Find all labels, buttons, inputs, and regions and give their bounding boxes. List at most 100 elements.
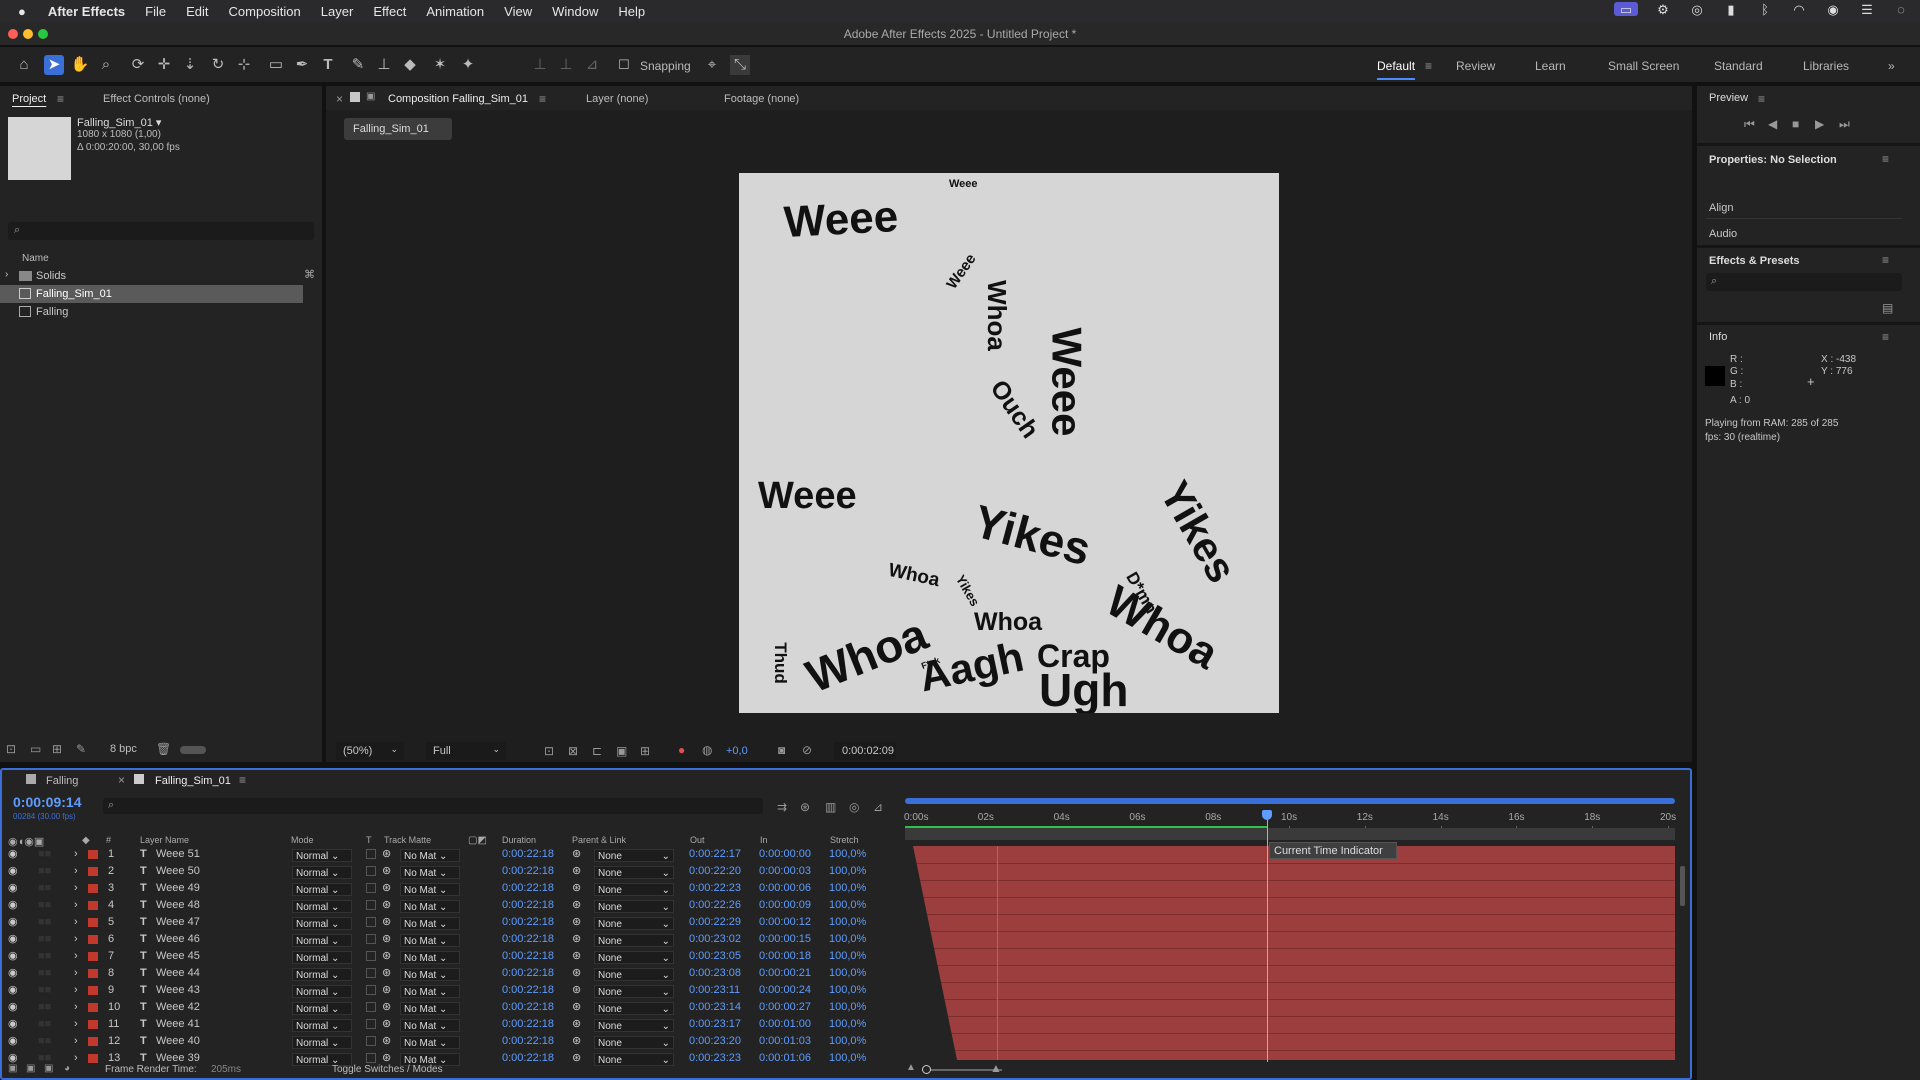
preserve-transparency-checkbox[interactable]: [366, 917, 376, 927]
audio-section[interactable]: Audio: [1709, 228, 1737, 240]
project-menu-icon[interactable]: ≡: [57, 92, 64, 106]
label-color-swatch[interactable]: [88, 935, 98, 944]
label-color-swatch[interactable]: [88, 918, 98, 927]
interpret-footage-icon[interactable]: ⊡: [6, 742, 16, 756]
timeline-search-input[interactable]: ⌕: [103, 798, 763, 814]
preserve-transparency-checkbox[interactable]: [366, 968, 376, 978]
pickwhip-icon[interactable]: ⊛: [572, 846, 581, 863]
menu-edit[interactable]: Edit: [186, 4, 208, 19]
layer-name[interactable]: Weee 47: [156, 914, 200, 931]
expand-arrow-icon[interactable]: ›: [74, 897, 78, 914]
layer-duration[interactable]: 0:00:22:18: [502, 965, 554, 982]
toggle-switches-modes[interactable]: Toggle Switches / Modes: [332, 1064, 443, 1075]
visibility-eye-icon[interactable]: ◉: [8, 880, 18, 897]
clone-stamp-tool-icon[interactable]: ⊥: [374, 55, 394, 75]
menu-app-name[interactable]: After Effects: [48, 4, 125, 19]
close-window-icon[interactable]: [8, 29, 18, 39]
workspace-default[interactable]: Default: [1377, 59, 1416, 80]
layer-out[interactable]: 0:00:23:23: [689, 1050, 741, 1067]
pickwhip-icon[interactable]: ⊛: [572, 931, 581, 948]
preserve-transparency-checkbox[interactable]: [366, 1019, 376, 1029]
rectangle-tool-icon[interactable]: ▭: [266, 55, 286, 75]
zoom-window-icon[interactable]: [38, 29, 48, 39]
label-color-swatch[interactable]: [88, 1020, 98, 1029]
tab-effect-controls[interactable]: Effect Controls (none): [103, 93, 210, 105]
layer-stretch[interactable]: 100,0%: [829, 931, 866, 948]
minimize-window-icon[interactable]: [23, 29, 33, 39]
layer-duration[interactable]: 0:00:22:18: [502, 897, 554, 914]
layer-bars-area[interactable]: [905, 846, 1675, 1060]
layer-row[interactable]: ◉ ■■ › 1 T Weee 51 Normal ⌄ ⊛ No Mat ⌄ 0:00:22:18…: [0, 846, 900, 863]
layer-in[interactable]: 0:00:01:00: [759, 1016, 811, 1033]
expand-arrow-icon[interactable]: ›: [74, 931, 78, 948]
layer-duration[interactable]: 0:00:22:18: [502, 1016, 554, 1033]
layer-in[interactable]: 0:00:00:09: [759, 897, 811, 914]
label-color-swatch[interactable]: [88, 1054, 98, 1063]
matte-link-icon[interactable]: ⊛: [382, 1033, 391, 1050]
workspace-review[interactable]: Review: [1456, 59, 1495, 73]
tab-composition[interactable]: Composition Falling_Sim_01: [388, 93, 528, 105]
axis-world-icon[interactable]: ⊥: [556, 55, 576, 75]
zoom-out-icon[interactable]: ▲: [906, 1062, 916, 1073]
preserve-transparency-checkbox[interactable]: [366, 1002, 376, 1012]
layer-stretch[interactable]: 100,0%: [829, 965, 866, 982]
expand-time-icon[interactable]: ▣: [44, 1063, 53, 1074]
zoom-dropdown[interactable]: (50%) ⌄: [336, 742, 404, 760]
expand-arrow-icon[interactable]: ›: [74, 1050, 78, 1067]
label-color-swatch[interactable]: [88, 1037, 98, 1046]
comp-text-layer[interactable]: Weee: [943, 251, 979, 293]
work-area-bar[interactable]: [905, 798, 1675, 804]
menu-window[interactable]: Window: [552, 4, 598, 19]
layer-name[interactable]: Weee 40: [156, 1033, 200, 1050]
expand-arrow-icon[interactable]: ›: [74, 948, 78, 965]
comp-text-layer[interactable]: Yikes: [968, 494, 1096, 577]
comp-text-layer[interactable]: Yikes: [1150, 473, 1246, 591]
expand-arrow-icon[interactable]: ›: [74, 965, 78, 982]
col-stretch[interactable]: Stretch: [830, 835, 859, 845]
home-icon[interactable]: ⌂: [14, 55, 34, 75]
pickwhip-icon[interactable]: ⊛: [572, 982, 581, 999]
wifi-icon[interactable]: ◠: [1790, 2, 1808, 17]
layer-row[interactable]: ◉ ■■ › 12 T Weee 40 Normal ⌄ ⊛ No Mat ⌄ 0:00:22:1…: [0, 1033, 900, 1050]
layer-row[interactable]: ◉ ■■ › 9 T Weee 43 Normal ⌄ ⊛ No Mat ⌄ 0:00:22:18…: [0, 982, 900, 999]
dolly-tool-icon[interactable]: ⇣: [180, 55, 200, 75]
current-time-indicator-line[interactable]: [1267, 812, 1268, 1062]
matte-link-icon[interactable]: ⊛: [382, 846, 391, 863]
effects-menu-icon[interactable]: ≡: [1882, 253, 1889, 267]
stop-icon[interactable]: ■: [1792, 117, 1799, 131]
pickwhip-icon[interactable]: ⊛: [572, 863, 581, 880]
lock-toggle[interactable]: ■■: [38, 931, 51, 948]
layer-out[interactable]: 0:00:23:02: [689, 931, 741, 948]
screen-share-icon[interactable]: ▭: [1614, 2, 1638, 17]
exposure-value[interactable]: +0,0: [726, 745, 748, 757]
lock-toggle[interactable]: ■■: [38, 897, 51, 914]
brush-tool-icon[interactable]: ✎: [348, 55, 368, 75]
roto-brush-tool-icon[interactable]: ✶: [430, 55, 450, 75]
layer-name[interactable]: Weee 43: [156, 982, 200, 999]
effects-search-input[interactable]: ⌕: [1706, 273, 1902, 291]
extensions-icon[interactable]: ⚙: [1654, 2, 1672, 17]
orbit-tool-icon[interactable]: ⟳: [128, 55, 148, 75]
region-of-interest-icon[interactable]: ▣: [616, 744, 627, 758]
expand-arrow-icon[interactable]: ›: [74, 982, 78, 999]
lock-toggle[interactable]: ■■: [38, 846, 51, 863]
matte-link-icon[interactable]: ⊛: [382, 863, 391, 880]
snapshot-icon[interactable]: ◙: [778, 743, 785, 757]
menu-layer[interactable]: Layer: [321, 4, 354, 19]
rotation-tool-icon[interactable]: ↻: [208, 55, 228, 75]
matte-link-icon[interactable]: ⊛: [382, 999, 391, 1016]
layer-stretch[interactable]: 100,0%: [829, 846, 866, 863]
comp-text-layer[interactable]: Whoa: [981, 280, 1012, 351]
layer-stretch[interactable]: 100,0%: [829, 1050, 866, 1067]
expand-layer-switches-icon[interactable]: ▣: [8, 1063, 17, 1074]
layer-duration[interactable]: 0:00:22:18: [502, 846, 554, 863]
layer-out[interactable]: 0:00:23:11: [689, 982, 740, 999]
pickwhip-icon[interactable]: ⊛: [572, 1033, 581, 1050]
label-color-swatch[interactable]: [88, 1003, 98, 1012]
pan-tool-icon[interactable]: ✛: [154, 55, 174, 75]
workspace-libraries[interactable]: Libraries: [1803, 59, 1849, 73]
viewer-timecode[interactable]: 0:00:02:09: [834, 742, 896, 760]
expand-arrow-icon[interactable]: ›: [74, 1033, 78, 1050]
layer-duration[interactable]: 0:00:22:18: [502, 948, 554, 965]
adjust-icon[interactable]: ✎: [76, 742, 86, 756]
